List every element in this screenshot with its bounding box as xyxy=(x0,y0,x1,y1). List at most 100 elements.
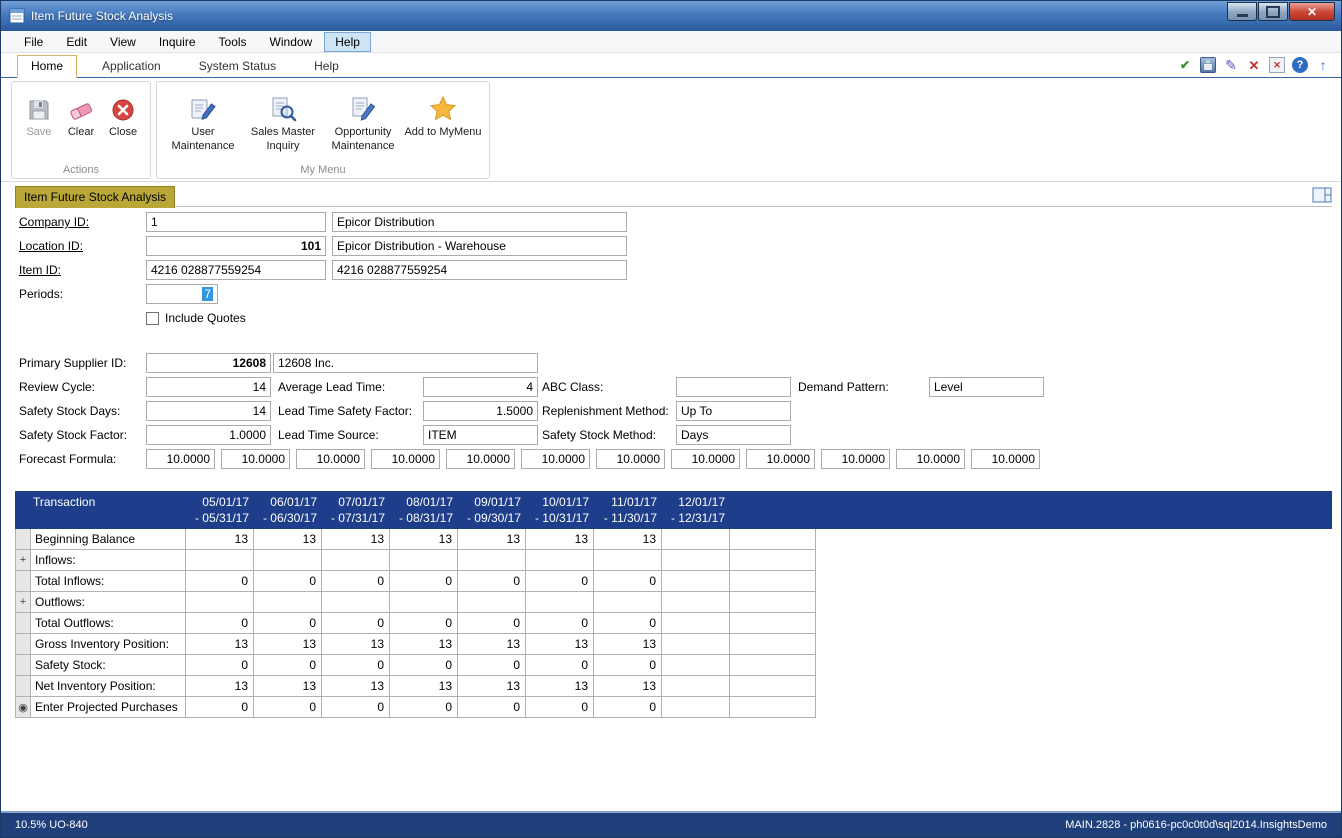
grid-cell[interactable]: 0 xyxy=(594,697,662,718)
abc-class-field[interactable] xyxy=(676,377,791,397)
grid-cell[interactable]: 13 xyxy=(526,676,594,697)
period-column-header[interactable]: 06/01/17- 06/30/17 xyxy=(254,491,322,529)
grid-cell[interactable] xyxy=(594,550,662,571)
opportunity-maintenance-button[interactable]: Opportunity Maintenance xyxy=(324,87,402,156)
grid-cell[interactable] xyxy=(322,592,390,613)
grid-cell[interactable]: 13 xyxy=(594,676,662,697)
item-id-input[interactable]: 4216 028877559254 xyxy=(146,260,326,280)
forecast-field[interactable]: 10.0000 xyxy=(371,449,440,469)
grid-cell[interactable]: 0 xyxy=(526,613,594,634)
grid-cell[interactable]: 13 xyxy=(390,529,458,550)
review-cycle-field[interactable]: 14 xyxy=(146,377,271,397)
grid-cell[interactable]: 13 xyxy=(186,634,254,655)
grid-cell[interactable] xyxy=(662,634,730,655)
grid-cell[interactable] xyxy=(458,550,526,571)
grid-cell[interactable] xyxy=(662,571,730,592)
forecast-field[interactable]: 10.0000 xyxy=(446,449,515,469)
grid-cell[interactable] xyxy=(322,550,390,571)
primary-supplier-input[interactable]: 12608 xyxy=(146,353,271,373)
grid-cell[interactable] xyxy=(662,529,730,550)
help-icon[interactable]: ? xyxy=(1292,57,1308,73)
grid-cell[interactable]: 13 xyxy=(254,529,322,550)
grid-cell[interactable] xyxy=(662,613,730,634)
menu-view[interactable]: View xyxy=(99,32,147,52)
menu-file[interactable]: File xyxy=(13,32,54,52)
company-id-input[interactable]: 1 xyxy=(146,212,326,232)
menu-window[interactable]: Window xyxy=(259,32,324,52)
periods-input[interactable]: 7 xyxy=(146,284,218,304)
grid-cell[interactable]: 13 xyxy=(322,634,390,655)
grid-cell[interactable]: 0 xyxy=(390,655,458,676)
save-record-icon[interactable]: ✔ xyxy=(1177,57,1193,73)
expand-icon[interactable]: + xyxy=(15,592,31,613)
grid-cell[interactable] xyxy=(662,655,730,676)
grid-cell[interactable] xyxy=(662,697,730,718)
grid-cell[interactable]: 0 xyxy=(594,655,662,676)
menu-help[interactable]: Help xyxy=(324,32,371,52)
grid-cell[interactable]: 0 xyxy=(458,655,526,676)
lead-time-source-field[interactable]: ITEM xyxy=(423,425,538,445)
grid-cell[interactable]: 0 xyxy=(594,613,662,634)
edit-note-icon[interactable]: ✎ xyxy=(1223,57,1239,73)
grid-cell[interactable] xyxy=(186,550,254,571)
include-quotes-checkbox[interactable] xyxy=(146,312,159,325)
grid-cell[interactable] xyxy=(390,550,458,571)
user-maintenance-button[interactable]: User Maintenance xyxy=(164,87,242,156)
period-column-header[interactable]: 07/01/17- 07/31/17 xyxy=(322,491,390,529)
grid-cell[interactable] xyxy=(526,550,594,571)
delete-record-icon[interactable]: ✕ xyxy=(1246,57,1262,73)
grid-cell[interactable] xyxy=(254,550,322,571)
save-button[interactable]: Save xyxy=(19,87,59,142)
period-column-header[interactable]: 05/01/17- 05/31/17 xyxy=(186,491,254,529)
grid-cell[interactable]: 13 xyxy=(594,529,662,550)
grid-cell[interactable]: 13 xyxy=(186,529,254,550)
menu-edit[interactable]: Edit xyxy=(55,32,98,52)
location-id-input[interactable]: 101 xyxy=(146,236,326,256)
replenishment-method-field[interactable]: Up To xyxy=(676,401,791,421)
grid-cell[interactable]: 0 xyxy=(458,613,526,634)
ribbon-tab-help[interactable]: Help xyxy=(301,56,352,77)
period-column-header[interactable]: 12/01/17- 12/31/17 xyxy=(662,491,730,529)
row-marker-icon[interactable]: ◉ xyxy=(15,697,31,718)
grid-cell[interactable] xyxy=(594,592,662,613)
jump-top-icon[interactable]: ↑ xyxy=(1315,57,1331,73)
grid-cell[interactable]: 0 xyxy=(390,571,458,592)
forecast-field[interactable]: 10.0000 xyxy=(746,449,815,469)
grid-cell[interactable] xyxy=(526,592,594,613)
add-to-mymenu-button[interactable]: Add to MyMenu xyxy=(404,87,482,142)
grid-cell[interactable]: 0 xyxy=(186,655,254,676)
forecast-field[interactable]: 10.0000 xyxy=(896,449,965,469)
grid-cell[interactable]: 13 xyxy=(458,634,526,655)
maximize-button[interactable] xyxy=(1258,2,1288,21)
close-button[interactable]: Close xyxy=(103,87,143,142)
grid-cell[interactable]: 13 xyxy=(594,634,662,655)
period-column-header[interactable]: 10/01/17- 10/31/17 xyxy=(526,491,594,529)
close-record-icon[interactable]: ✕ xyxy=(1269,57,1285,73)
menu-tools[interactable]: Tools xyxy=(208,32,258,52)
ribbon-tab-system-status[interactable]: System Status xyxy=(186,56,289,77)
grid-cell[interactable] xyxy=(186,592,254,613)
location-id-label[interactable]: Location ID: xyxy=(19,239,146,253)
grid-cell[interactable]: 0 xyxy=(390,697,458,718)
forecast-field[interactable]: 10.0000 xyxy=(146,449,215,469)
forecast-field[interactable]: 10.0000 xyxy=(521,449,590,469)
grid-cell[interactable]: 0 xyxy=(322,571,390,592)
grid-cell[interactable]: 13 xyxy=(322,676,390,697)
grid-cell[interactable]: 0 xyxy=(186,571,254,592)
grid-cell[interactable] xyxy=(254,592,322,613)
grid-cell[interactable]: 0 xyxy=(322,697,390,718)
period-column-header[interactable]: 08/01/17- 08/31/17 xyxy=(390,491,458,529)
lead-time-safety-factor-field[interactable]: 1.5000 xyxy=(423,401,538,421)
grid-cell[interactable]: 13 xyxy=(390,634,458,655)
grid-cell[interactable]: 13 xyxy=(390,676,458,697)
grid-cell[interactable]: 13 xyxy=(186,676,254,697)
forecast-field[interactable]: 10.0000 xyxy=(221,449,290,469)
demand-pattern-field[interactable]: Level xyxy=(929,377,1044,397)
grid-cell[interactable]: 0 xyxy=(526,655,594,676)
grid-cell[interactable]: 13 xyxy=(254,634,322,655)
grid-cell[interactable]: 0 xyxy=(186,697,254,718)
safety-stock-factor-field[interactable]: 1.0000 xyxy=(146,425,271,445)
grid-cell[interactable]: 13 xyxy=(526,634,594,655)
grid-cell[interactable] xyxy=(662,676,730,697)
forecast-field[interactable]: 10.0000 xyxy=(296,449,365,469)
